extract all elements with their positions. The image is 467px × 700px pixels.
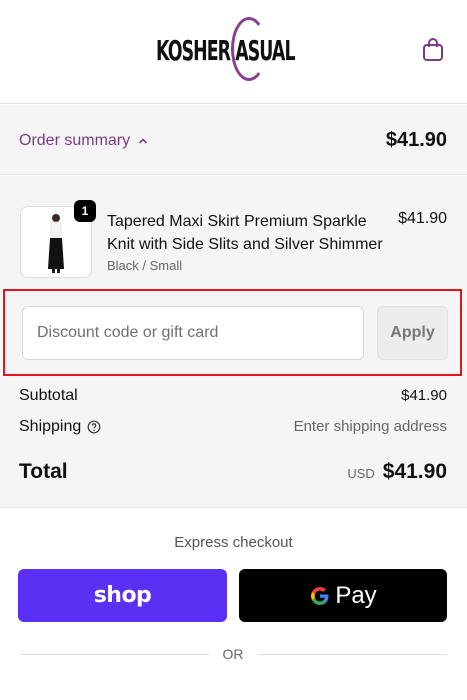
subtotal-row: Subtotal $41.90 <box>19 387 447 405</box>
product-name: Tapered Maxi Skirt Premium Sparkle Knit … <box>107 213 383 253</box>
product-thumbnail: 1 <box>20 200 96 278</box>
shipping-label: Shipping <box>19 418 82 435</box>
logo-text: KOSHER ASUAL <box>156 34 296 67</box>
order-summary-bar: Order summary $41.90 <box>0 105 467 175</box>
currency-code: USD <box>347 466 375 481</box>
discount-code-input[interactable] <box>22 306 364 360</box>
shop-pay-label: shop <box>93 583 152 608</box>
quantity-badge: 1 <box>74 200 96 222</box>
product-price: $41.90 <box>398 210 447 227</box>
total-label: Total <box>19 460 68 483</box>
order-summary-toggle[interactable]: Order summary <box>19 132 148 150</box>
divider-line-left <box>19 653 209 655</box>
shipping-row: Shipping Enter shipping address <box>19 418 447 436</box>
header: KOSHER ASUAL <box>0 0 467 104</box>
express-checkout-title: Express checkout <box>174 534 293 551</box>
total-amount: $41.90 <box>382 460 447 483</box>
chevron-up-icon <box>139 138 148 144</box>
shipping-label-group: Shipping <box>19 418 101 436</box>
shipping-value: Enter shipping address <box>293 418 447 435</box>
product-variant: Black / Small <box>107 258 183 273</box>
google-pay-button[interactable]: Pay <box>239 569 447 622</box>
apply-discount-button[interactable]: Apply <box>377 306 448 360</box>
discount-section: Apply <box>3 289 462 376</box>
order-summary-total: $41.90 <box>385 129 447 151</box>
shop-pay-button[interactable]: shop <box>18 569 227 622</box>
google-g-icon <box>311 586 329 605</box>
subtotal-value: $41.90 <box>401 387 447 404</box>
or-label: OR <box>222 646 244 662</box>
store-logo[interactable]: KOSHER ASUAL <box>150 14 320 86</box>
or-divider: OR <box>19 644 447 664</box>
subtotal-label: Subtotal <box>19 387 78 404</box>
question-circle-icon[interactable] <box>87 420 101 434</box>
shopping-bag-icon[interactable] <box>421 37 445 63</box>
total-value-group: USD $41.90 <box>347 460 447 484</box>
google-pay-label: Pay <box>335 581 377 609</box>
total-row: Total USD $41.90 <box>19 460 447 484</box>
divider-line-right <box>257 653 447 655</box>
order-details: 1 Tapered Maxi Skirt Premium Sparkle Kni… <box>0 176 467 508</box>
order-summary-label: Order summary <box>19 132 131 149</box>
